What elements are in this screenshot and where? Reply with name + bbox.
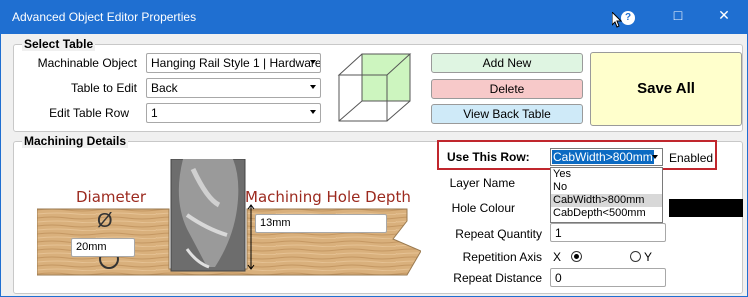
repeat-quantity-input[interactable]: 1: [550, 223, 666, 242]
axis-y-label: Y: [644, 250, 653, 264]
table-to-edit-select[interactable]: Back: [146, 78, 321, 98]
machinable-object-value: Hanging Rail Style 1 | Hardware: [151, 56, 321, 70]
diameter-input[interactable]: 20mm: [71, 238, 135, 257]
axis-y-radio[interactable]: [630, 251, 641, 262]
mouse-cursor-icon: [612, 12, 622, 28]
dropdown-option-yes[interactable]: Yes: [551, 168, 662, 181]
add-new-label: Add New: [482, 56, 532, 70]
view-back-table-label: View Back Table: [463, 107, 551, 121]
use-this-row-dropdown: Yes No CabWidth>800mm CabDepth<500mm: [550, 167, 663, 223]
dropdown-option-no[interactable]: No: [551, 181, 662, 194]
chevron-down-icon: [310, 60, 316, 64]
chevron-down-icon: [652, 155, 658, 159]
view-back-table-button[interactable]: View Back Table: [431, 104, 583, 124]
diameter-symbol-icon: Ø: [97, 210, 113, 232]
table-to-edit-label: Table to Edit: [70, 81, 137, 95]
delete-button[interactable]: Delete: [431, 79, 583, 99]
edit-table-row-label: Edit Table Row: [49, 106, 129, 120]
close-icon: ✕: [718, 7, 730, 23]
diameter-value: 20mm: [76, 241, 107, 253]
select-table-title: Select Table: [22, 37, 96, 51]
cube-preview-icon: [337, 53, 412, 122]
diameter-label: Diameter: [76, 188, 147, 206]
machinable-object-select[interactable]: Hanging Rail Style 1 | Hardware: [146, 53, 321, 73]
delete-label: Delete: [489, 82, 525, 96]
help-icon: ?: [621, 11, 635, 25]
axis-x-label: X: [553, 250, 562, 264]
maximize-button[interactable]: □: [666, 4, 690, 26]
window-title: Advanced Object Editor Properties: [12, 10, 197, 24]
dropdown-option-cabwidth[interactable]: CabWidth>800mm: [551, 194, 662, 207]
repeat-distance-label: Repeat Distance: [453, 271, 542, 285]
machining-hole-depth-label: Machining Hole Depth: [245, 188, 411, 206]
chevron-down-icon: [310, 85, 316, 89]
table-to-edit-value: Back: [151, 81, 178, 95]
title-bar: Advanced Object Editor Properties ? □ ✕: [0, 0, 748, 34]
chevron-down-icon: [310, 110, 316, 114]
edit-table-row-select[interactable]: 1: [146, 103, 321, 123]
maximize-icon: □: [673, 7, 683, 23]
repeat-quantity-label: Repeat Quantity: [455, 227, 542, 241]
dialog-body: Select Table Machinable Object Hanging R…: [0, 34, 748, 297]
machining-details-title: Machining Details: [22, 134, 129, 148]
repeat-distance-input[interactable]: 0: [550, 268, 666, 287]
edit-table-row-value: 1: [151, 106, 158, 120]
use-this-row-value: CabWidth>800mm: [552, 150, 654, 164]
repeat-quantity-value: 1: [555, 226, 562, 240]
depth-input[interactable]: 13mm: [255, 214, 387, 233]
save-all-label: Save All: [637, 80, 695, 97]
layer-name-label: Layer Name: [449, 176, 515, 190]
axis-x-radio[interactable]: [571, 251, 582, 262]
use-this-row-select[interactable]: CabWidth>800mm: [550, 148, 663, 166]
repetition-axis-label: Repetition Axis: [462, 250, 542, 264]
add-new-button[interactable]: Add New: [431, 53, 583, 73]
hole-colour-swatch[interactable]: [669, 199, 743, 217]
dropdown-option-cabdepth[interactable]: CabDepth<500mm: [551, 207, 662, 220]
repeat-distance-value: 0: [555, 271, 562, 285]
hole-colour-label: Hole Colour: [451, 201, 515, 215]
enabled-label: Enabled: [669, 151, 714, 165]
close-button[interactable]: ✕: [712, 4, 736, 26]
save-all-button[interactable]: Save All: [590, 52, 742, 126]
depth-value: 13mm: [260, 217, 291, 229]
use-this-row-label: Use This Row:: [447, 150, 530, 164]
machinable-object-label: Machinable Object: [37, 56, 137, 70]
